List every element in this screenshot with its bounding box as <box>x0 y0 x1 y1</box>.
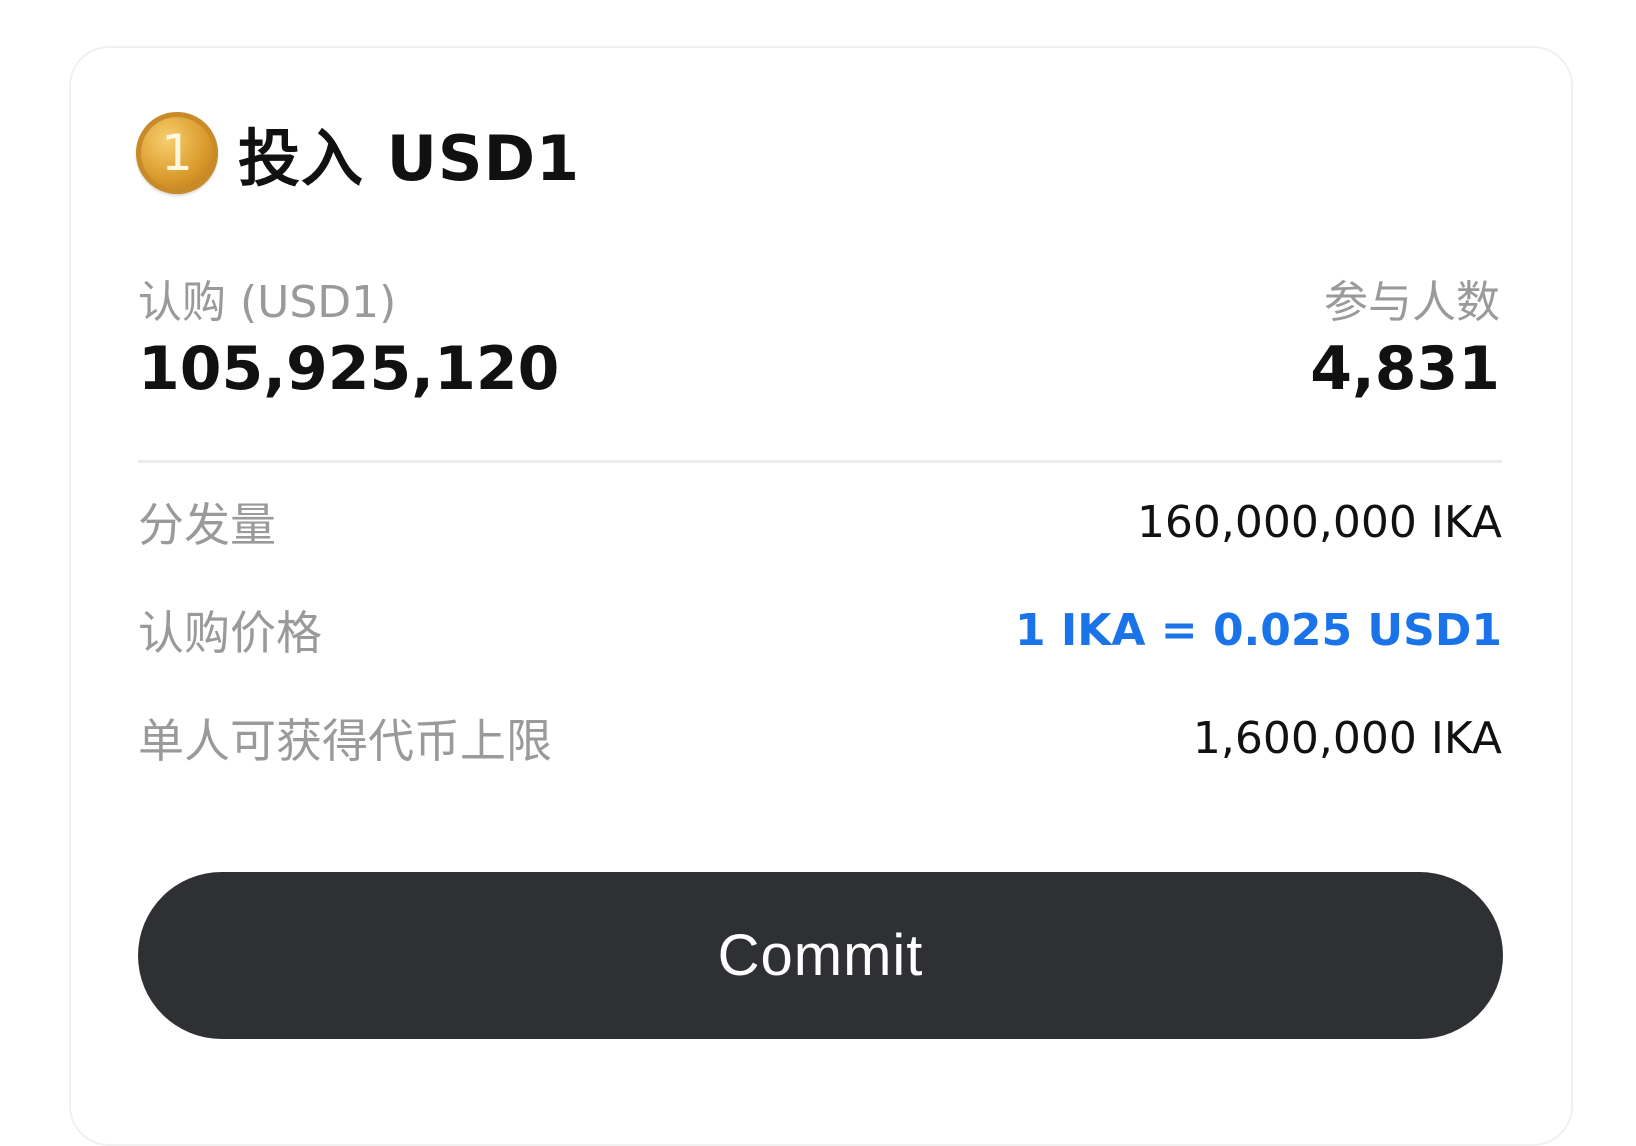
cap-label: 单人可获得代币上限 <box>138 714 552 768</box>
coin-glyph: 1 <box>161 124 193 182</box>
subscribed-value: 105,925,120 <box>138 334 560 404</box>
cap-value: 1,600,000 IKA <box>1192 712 1502 764</box>
usd1-coin-icon: 1 <box>136 112 218 194</box>
detail-row-cap: 单人可获得代币上限 1,600,000 IKA <box>138 706 1502 770</box>
participants-value: 4,831 <box>1310 334 1500 404</box>
card-title: 投入 USD1 <box>238 122 581 195</box>
divider <box>138 460 1502 463</box>
subscribed-label: 认购 (USD1) <box>138 277 397 328</box>
participants-label: 参与人数 <box>1324 277 1500 328</box>
commit-button[interactable]: Commit <box>138 872 1503 1039</box>
price-label: 认购价格 <box>138 606 322 660</box>
price-value: 1 IKA = 0.025 USD1 <box>1014 604 1502 656</box>
detail-row-price: 认购价格 1 IKA = 0.025 USD1 <box>138 598 1502 662</box>
detail-row-distribution: 分发量 160,000,000 IKA <box>138 490 1502 554</box>
card-header: 1 投入 USD1 <box>136 110 580 196</box>
distribution-value: 160,000,000 IKA <box>1136 496 1502 548</box>
distribution-label: 分发量 <box>138 498 276 552</box>
